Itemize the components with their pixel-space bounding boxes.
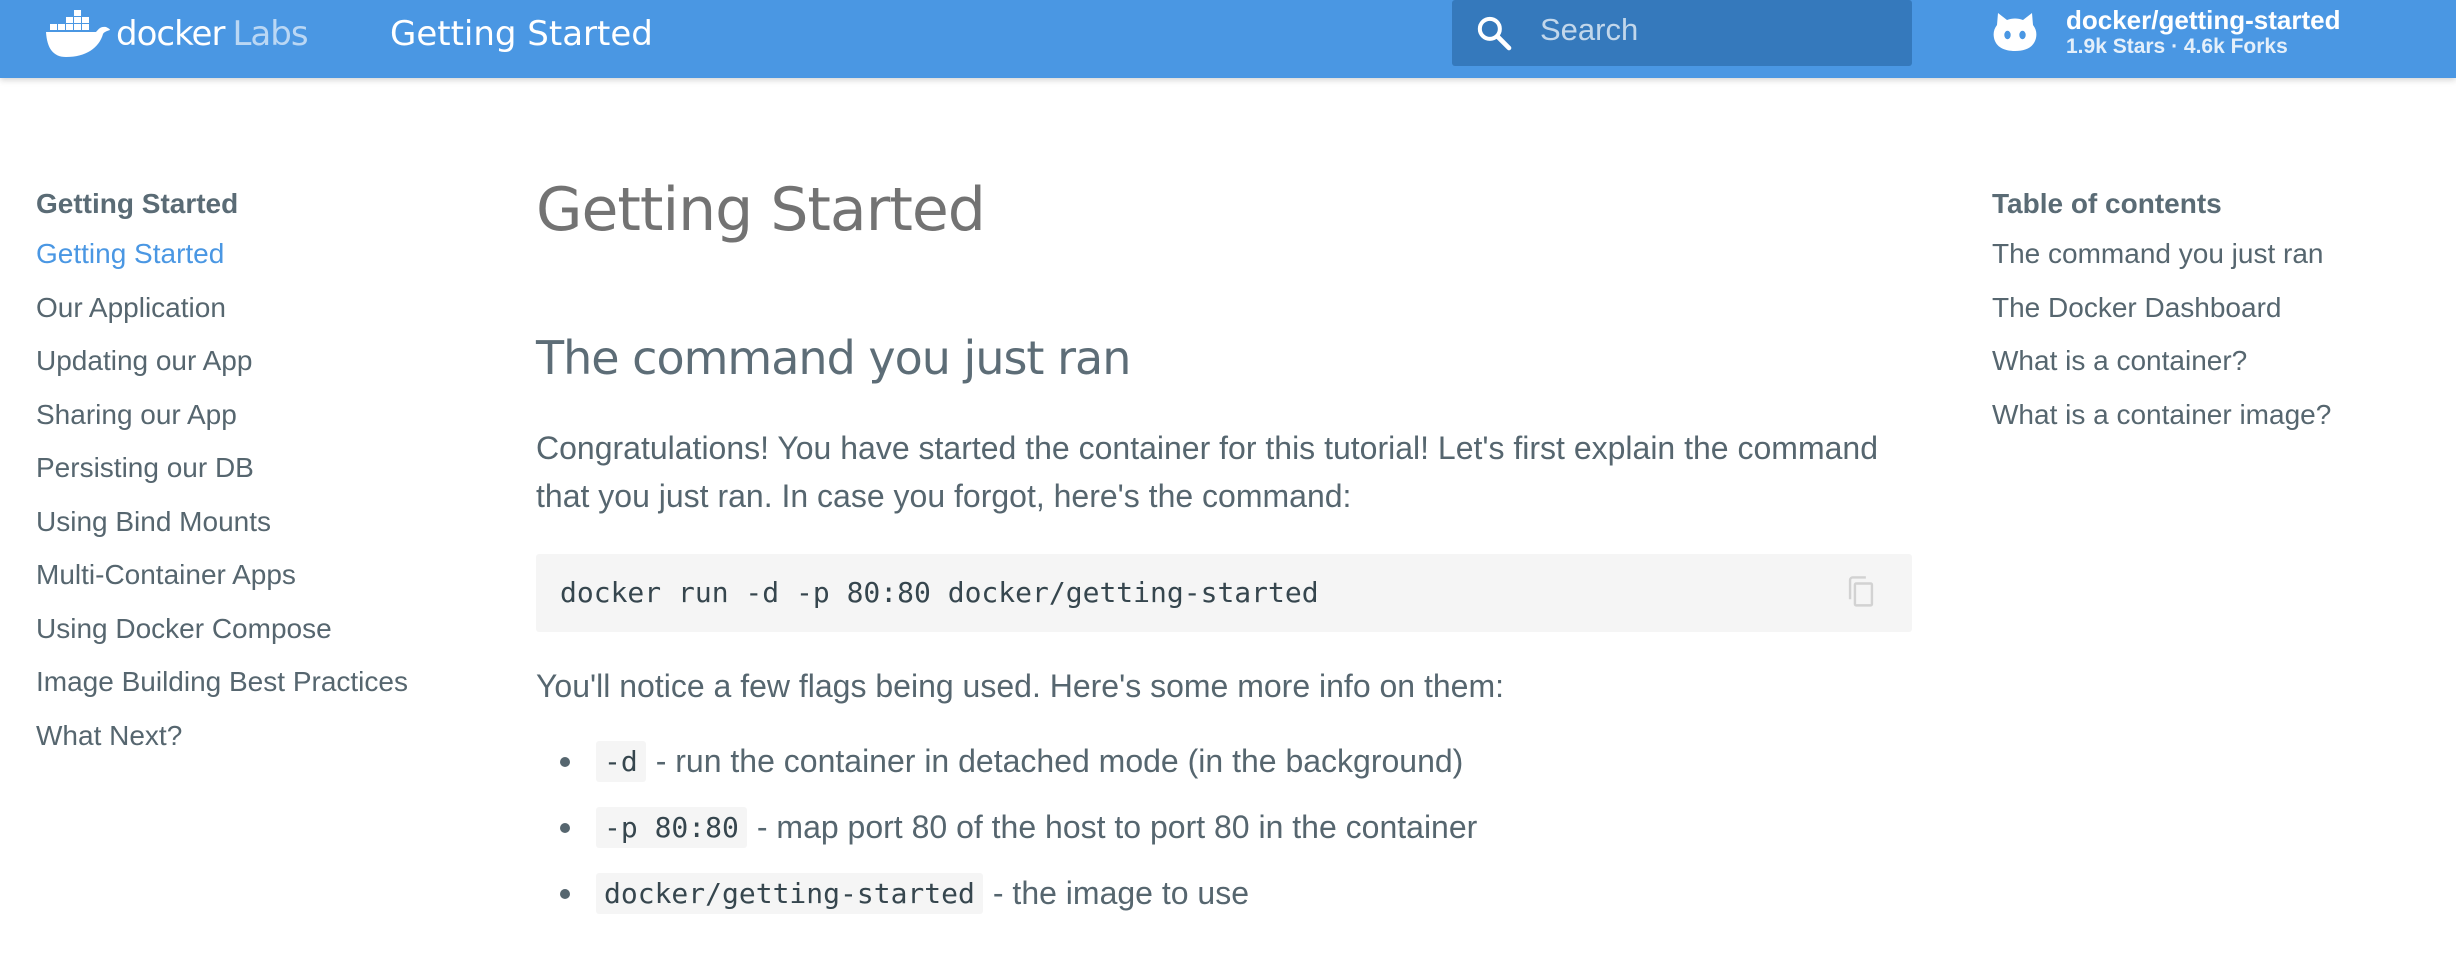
- nav-list: Getting Started Our Application Updating…: [36, 227, 456, 762]
- repo-name: docker/getting-started: [2066, 5, 2341, 35]
- primary-nav: Getting Started Getting Started Our Appl…: [36, 184, 456, 762]
- flags-intro-paragraph: You'll notice a few flags being used. He…: [536, 668, 1505, 704]
- nav-heading: Getting Started: [36, 188, 239, 219]
- toc-heading: Table of contents: [1992, 188, 2222, 219]
- flag-code: -d: [596, 740, 646, 782]
- search-input[interactable]: [1540, 0, 1900, 60]
- nav-item-what-next[interactable]: What Next?: [36, 709, 456, 763]
- nav-item-our-application[interactable]: Our Application: [36, 281, 456, 335]
- nav-item-using-bind-mounts[interactable]: Using Bind Mounts: [36, 495, 456, 549]
- flags-list: -d - run the container in detached mode …: [536, 728, 1912, 926]
- toc-item-the-command-you-just-ran[interactable]: The command you just ran: [1992, 227, 2432, 281]
- nav-item-updating-our-app[interactable]: Updating our App: [36, 334, 456, 388]
- bullet-icon: [560, 889, 570, 899]
- docker-whale-icon: [46, 10, 110, 57]
- main-content: Getting Started The command you just ran…: [536, 170, 1912, 926]
- flag-description: - run the container in detached mode (in…: [655, 742, 1464, 779]
- search-icon[interactable]: [1474, 13, 1514, 53]
- table-of-contents: Table of contents The command you just r…: [1992, 184, 2432, 441]
- logo-suffix: Labs: [232, 14, 308, 54]
- github-repo-link[interactable]: docker/getting-started 1.9k Stars · 4.6k…: [1990, 4, 2341, 60]
- nav-item-multi-container-apps[interactable]: Multi-Container Apps: [36, 548, 456, 602]
- nav-item-getting-started[interactable]: Getting Started: [36, 227, 456, 281]
- list-item: -p 80:80 - map port 80 of the host to po…: [536, 794, 1912, 860]
- flag-code: -p 80:80: [596, 806, 747, 848]
- top-header: dockerLabs Getting Started docker/gettin…: [0, 0, 2456, 78]
- header-title[interactable]: Getting Started: [390, 14, 653, 54]
- section-title: The command you just ran: [536, 331, 1131, 385]
- toc-item-the-docker-dashboard[interactable]: The Docker Dashboard: [1992, 281, 2432, 335]
- page-title: Getting Started: [536, 175, 986, 245]
- bullet-icon: [560, 823, 570, 833]
- nav-item-image-building-best-practices[interactable]: Image Building Best Practices: [36, 655, 456, 709]
- logo-brand: docker: [116, 14, 225, 54]
- command-code[interactable]: docker run -d -p 80:80 docker/getting-st…: [560, 554, 1319, 632]
- toc-list: The command you just ran The Docker Dash…: [1992, 227, 2432, 441]
- flag-description: - map port 80 of the host to port 80 in …: [756, 808, 1478, 845]
- copy-icon[interactable]: [1846, 575, 1876, 609]
- toc-item-what-is-a-container[interactable]: What is a container?: [1992, 334, 2432, 388]
- toc-item-what-is-a-container-image[interactable]: What is a container image?: [1992, 388, 2432, 442]
- list-item: docker/getting-started - the image to us…: [536, 860, 1912, 926]
- flag-code: docker/getting-started: [596, 872, 983, 914]
- docker-labs-logo[interactable]: docker Labs: [44, 4, 309, 64]
- nav-item-persisting-our-db[interactable]: Persisting our DB: [36, 441, 456, 495]
- nav-item-sharing-our-app[interactable]: Sharing our App: [36, 388, 456, 442]
- repo-stats: 1.9k Stars · 4.6k Forks: [2066, 35, 2288, 58]
- bullet-icon: [560, 757, 570, 767]
- flag-description: - the image to use: [992, 874, 1250, 911]
- intro-paragraph: Congratulations! You have started the co…: [536, 430, 1878, 514]
- repo-info: docker/getting-started 1.9k Stars · 4.6k…: [2066, 5, 2341, 59]
- list-item: -d - run the container in detached mode …: [536, 728, 1912, 794]
- command-code-block: docker run -d -p 80:80 docker/getting-st…: [536, 554, 1912, 632]
- github-octocat-icon: [1993, 13, 2037, 51]
- logo-text: docker Labs: [116, 14, 309, 54]
- search-box[interactable]: [1452, 0, 1912, 66]
- nav-item-using-docker-compose[interactable]: Using Docker Compose: [36, 602, 456, 656]
